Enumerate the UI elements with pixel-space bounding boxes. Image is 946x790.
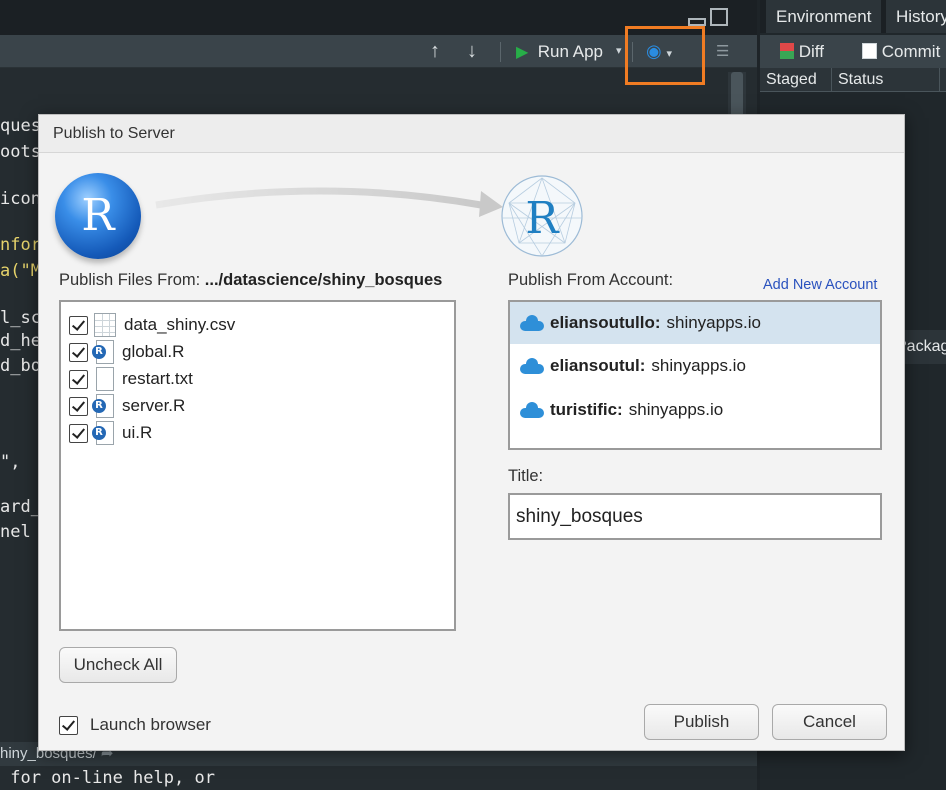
file-checkbox[interactable]: [69, 423, 88, 443]
maximize-pane-icon[interactable]: [710, 8, 728, 26]
code-line: nfor: [0, 235, 41, 255]
launch-browser-option[interactable]: Launch browser: [59, 715, 211, 735]
diff-icon: [780, 43, 794, 59]
rstudio-connect-icon: R: [501, 175, 583, 257]
publish-to-server-dialog: Publish to Server R R Publish Files From…: [38, 114, 905, 751]
file-name: ui.R: [122, 423, 153, 442]
outline-icon[interactable]: ☰: [716, 35, 729, 68]
file-name: data_shiny.csv: [124, 315, 236, 334]
r-file-icon: [92, 421, 114, 445]
list-item[interactable]: global.R: [69, 339, 184, 365]
file-name: server.R: [122, 396, 186, 415]
code-line: nel: [0, 522, 41, 542]
tab-history[interactable]: History: [886, 0, 946, 33]
code-line: oots: [0, 142, 41, 162]
diff-label: Diff: [798, 42, 824, 61]
list-item[interactable]: server.R: [69, 393, 185, 419]
console-output: for on-line help, or: [0, 768, 215, 788]
tab-environment[interactable]: Environment: [766, 0, 883, 33]
title-input[interactable]: shiny_bosques: [508, 493, 882, 540]
file-list[interactable]: data_shiny.csv global.R restart.txt serv…: [59, 300, 456, 631]
git-toolbar: Diff Commit: [760, 35, 946, 68]
code-line: icon: [0, 189, 41, 209]
text-file-icon: [96, 367, 114, 391]
run-app-button[interactable]: ▶ Run App: [516, 35, 603, 68]
file-name: restart.txt: [122, 369, 193, 388]
column-status[interactable]: Status: [832, 68, 940, 92]
run-app-dropdown-icon[interactable]: ▾: [616, 35, 622, 68]
file-checkbox[interactable]: [69, 342, 88, 362]
commit-button[interactable]: Commit: [862, 35, 940, 68]
commit-label: Commit: [881, 42, 941, 61]
commit-icon: [862, 43, 877, 59]
diff-button[interactable]: Diff: [780, 35, 824, 68]
dialog-title: Publish to Server: [39, 115, 904, 153]
code-line: ",: [0, 452, 31, 472]
launch-browser-checkbox[interactable]: [59, 715, 78, 735]
up-arrow-icon[interactable]: ↑: [430, 35, 440, 68]
account-user: eliansoutullo:: [550, 313, 661, 332]
cloud-icon: [520, 315, 544, 331]
publish-button-highlight: [625, 26, 705, 85]
add-new-account-link[interactable]: Add New Account: [763, 277, 877, 293]
cloud-icon: [520, 358, 544, 374]
git-column-headers: Staged Status P: [760, 68, 946, 92]
account-server: shinyapps.io: [628, 400, 724, 419]
r-file-icon: [92, 340, 114, 364]
publish-files-label: Publish Files From: .../datascience/shin…: [59, 271, 443, 289]
column-staged[interactable]: Staged: [760, 68, 832, 92]
r-file-icon: [92, 394, 114, 418]
account-item-eliansoutul[interactable]: eliansoutul: shinyapps.io: [510, 345, 880, 387]
cancel-button[interactable]: Cancel: [772, 704, 887, 740]
run-app-label: Run App: [537, 42, 603, 61]
code-line: l_sc: [0, 308, 41, 328]
down-arrow-icon[interactable]: ↓: [467, 35, 477, 68]
uncheck-all-button[interactable]: Uncheck All: [59, 647, 177, 683]
csv-file-icon: [94, 313, 116, 337]
minimize-pane-icon[interactable]: [688, 18, 706, 26]
list-item[interactable]: restart.txt: [69, 366, 193, 392]
account-user: turistific:: [550, 400, 623, 419]
list-item[interactable]: data_shiny.csv: [69, 312, 235, 338]
code-line: d_bo: [0, 356, 41, 376]
file-name: global.R: [122, 342, 185, 361]
r-logo-icon: R: [55, 173, 141, 259]
code-line: d_he: [0, 331, 41, 351]
code-line: ard_: [0, 497, 41, 517]
account-item-eliansoutullo[interactable]: eliansoutullo: shinyapps.io: [510, 302, 880, 344]
account-server: shinyapps.io: [651, 356, 746, 375]
list-item[interactable]: ui.R: [69, 420, 152, 446]
rstudio-ide: ↑ ↓ ▶ Run App ▾ ◉ ▾ ☰ ques oots icon nfor a(…: [0, 0, 946, 790]
account-list[interactable]: eliansoutullo: shinyapps.io eliansoutul: s…: [508, 300, 882, 450]
pane-window-controls: [688, 8, 732, 26]
account-server: shinyapps.io: [666, 313, 762, 332]
svg-text:R: R: [525, 193, 560, 244]
code-line: ques: [0, 116, 41, 136]
toolbar-divider: [500, 42, 501, 62]
code-line: a("M: [0, 261, 41, 281]
play-icon: ▶: [516, 44, 529, 61]
publish-account-label: Publish From Account:: [508, 271, 674, 289]
file-checkbox[interactable]: [69, 396, 88, 416]
publish-button-dialog[interactable]: Publish: [644, 704, 759, 740]
launch-browser-label: Launch browser: [90, 715, 211, 734]
file-checkbox[interactable]: [69, 315, 88, 335]
title-label: Title:: [508, 467, 544, 485]
cloud-icon: [520, 402, 544, 418]
account-item-turistific[interactable]: turistific: shinyapps.io: [510, 389, 880, 431]
publish-files-path: .../datascience/shiny_bosques: [204, 271, 443, 289]
right-pane-tabs: Environment History: [760, 0, 946, 33]
file-checkbox[interactable]: [69, 369, 88, 389]
column-path[interactable]: P: [940, 68, 946, 92]
account-user: eliansoutul:: [550, 356, 646, 375]
publish-flow-arrow-icon: [155, 187, 503, 217]
